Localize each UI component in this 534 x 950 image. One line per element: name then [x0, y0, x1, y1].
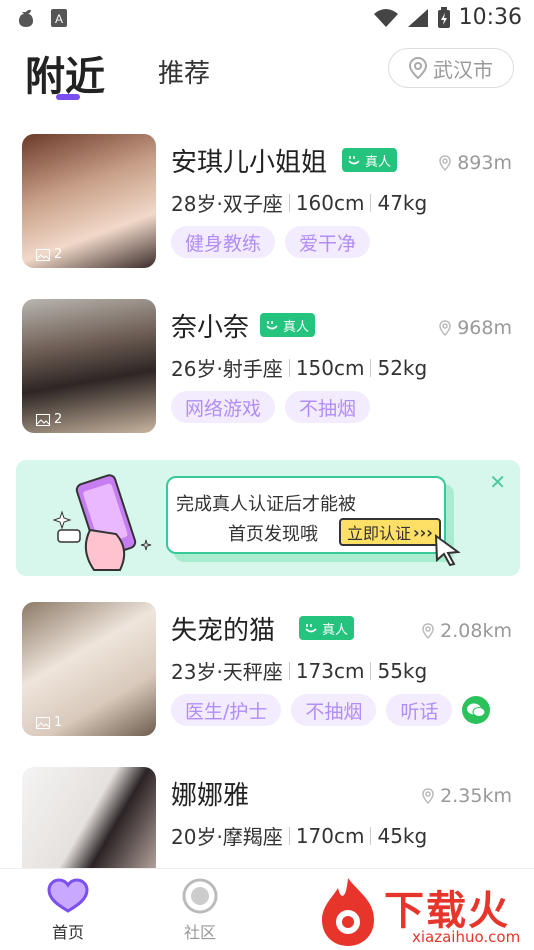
height: 150cm	[295, 355, 365, 380]
divider	[370, 358, 372, 377]
watermark-url: xiazaihuo.com	[412, 928, 521, 946]
tag-list: 网络游戏 不抽烟	[171, 391, 371, 423]
phone-hand-illustration	[52, 474, 152, 571]
nav-home[interactable]: 首页	[28, 877, 108, 943]
watermark: 下载火 xiazaihuo.com	[312, 872, 534, 950]
verify-now-button[interactable]: 立即认证 ›››	[339, 518, 441, 546]
chevrons-icon: ›››	[413, 522, 433, 542]
smile-icon	[348, 156, 360, 165]
divider	[370, 193, 372, 212]
interest-tag: 不抽烟	[285, 391, 371, 423]
top-header: 附近 推荐 武汉市	[0, 40, 534, 110]
community-icon	[182, 878, 218, 914]
location-pin-icon	[439, 155, 451, 171]
interest-tag: 网络游戏	[171, 391, 276, 423]
divider	[370, 826, 372, 845]
weight: 45kg	[377, 823, 428, 848]
image-icon	[36, 413, 50, 426]
image-icon	[36, 248, 50, 261]
city-label: 武汉市	[433, 57, 493, 82]
user-name: 奈小奈	[171, 313, 250, 343]
smile-icon	[305, 624, 317, 633]
svg-text:A: A	[55, 12, 63, 26]
interest-tag: 不抽烟	[291, 694, 377, 726]
verified-badge: 真人	[260, 313, 316, 337]
user-card[interactable]: 2 奈小奈 真人 968m 26岁·射手座 150cm 52kg 网络游戏 不抽…	[0, 299, 534, 449]
avatar[interactable]: 1	[22, 602, 156, 736]
watermark-logo	[322, 878, 374, 946]
distance: 2.35km	[422, 785, 512, 807]
user-stats: 23岁·天秤座 173cm 55kg	[171, 656, 427, 685]
height: 170cm	[295, 823, 365, 848]
location-pin-icon	[409, 57, 427, 79]
tag-list: 医生/护士 不抽烟 听话	[171, 694, 491, 726]
interest-tag: 爱干净	[285, 226, 371, 258]
height: 173cm	[295, 658, 365, 683]
user-name: 失宠的猫	[171, 616, 276, 646]
divider	[288, 193, 290, 212]
verified-badge: 真人	[299, 616, 355, 640]
weight: 47kg	[377, 190, 428, 215]
tab-recommend[interactable]: 推荐	[158, 53, 210, 90]
photo-count: 1	[36, 715, 62, 730]
location-pin-icon	[422, 788, 434, 804]
interest-tag: 医生/护士	[171, 694, 282, 726]
image-icon	[36, 716, 50, 729]
city-selector-button[interactable]: 武汉市	[388, 48, 514, 88]
age-sign: 23岁·天秤座	[171, 660, 283, 684]
age-sign: 20岁·摩羯座	[171, 825, 283, 849]
cursor-icon	[434, 534, 461, 566]
tab-active-indicator	[56, 94, 80, 100]
wifi-icon	[373, 8, 398, 27]
user-stats: 20岁·摩羯座 170cm 45kg	[171, 821, 427, 850]
distance: 893m	[439, 152, 512, 174]
age-sign: 26岁·射手座	[171, 357, 283, 381]
verified-badge: 真人	[342, 148, 398, 172]
divider	[370, 661, 372, 680]
battery-icon	[437, 6, 450, 28]
user-card[interactable]: 1 失宠的猫 真人 2.08km 23岁·天秤座 173cm 55kg 医生/护…	[0, 602, 534, 752]
notification-a-icon: A	[51, 9, 67, 27]
divider	[288, 661, 290, 680]
tag-list: 健身教练 爱干净	[171, 226, 371, 258]
smile-icon	[266, 321, 278, 330]
location-pin-icon	[439, 320, 451, 336]
height: 160cm	[295, 190, 365, 215]
close-icon[interactable]: ✕	[489, 470, 506, 494]
user-card[interactable]: 2 安琪儿小姐姐 真人 893m 28岁·双子座 160cm 47kg 健身教练…	[0, 134, 534, 284]
photo-count: 2	[36, 412, 62, 427]
divider	[288, 826, 290, 845]
user-name: 安琪儿小姐姐	[171, 148, 328, 178]
banner-text-line2: 首页发现哦	[228, 524, 318, 545]
interest-tag: 健身教练	[171, 226, 276, 258]
avatar[interactable]: 2	[22, 134, 156, 268]
distance: 2.08km	[422, 620, 512, 642]
weight: 52kg	[377, 355, 428, 380]
status-bar: A 10:36	[0, 0, 534, 36]
user-stats: 26岁·射手座 150cm 52kg	[171, 353, 427, 382]
banner-text-line1: 完成真人认证后才能被	[176, 494, 356, 515]
status-time: 10:36	[458, 5, 522, 30]
user-name: 娜娜雅	[171, 781, 250, 811]
divider	[288, 358, 290, 377]
age-sign: 28岁·双子座	[171, 192, 283, 216]
location-pin-icon	[422, 623, 434, 639]
notification-app-icon	[19, 9, 33, 27]
user-stats: 28岁·双子座 160cm 47kg	[171, 188, 427, 217]
nav-community[interactable]: 社区	[160, 877, 240, 943]
weight: 55kg	[377, 658, 428, 683]
photo-count: 2	[36, 247, 62, 262]
signal-icon	[407, 8, 428, 27]
distance: 968m	[439, 317, 512, 339]
verify-banner[interactable]: 完成真人认证后才能被 首页发现哦 立即认证 ››› ✕	[16, 460, 520, 576]
avatar[interactable]: 2	[22, 299, 156, 433]
interest-tag: 听话	[386, 694, 453, 726]
wechat-icon	[462, 696, 491, 724]
heart-chat-icon	[47, 878, 89, 913]
